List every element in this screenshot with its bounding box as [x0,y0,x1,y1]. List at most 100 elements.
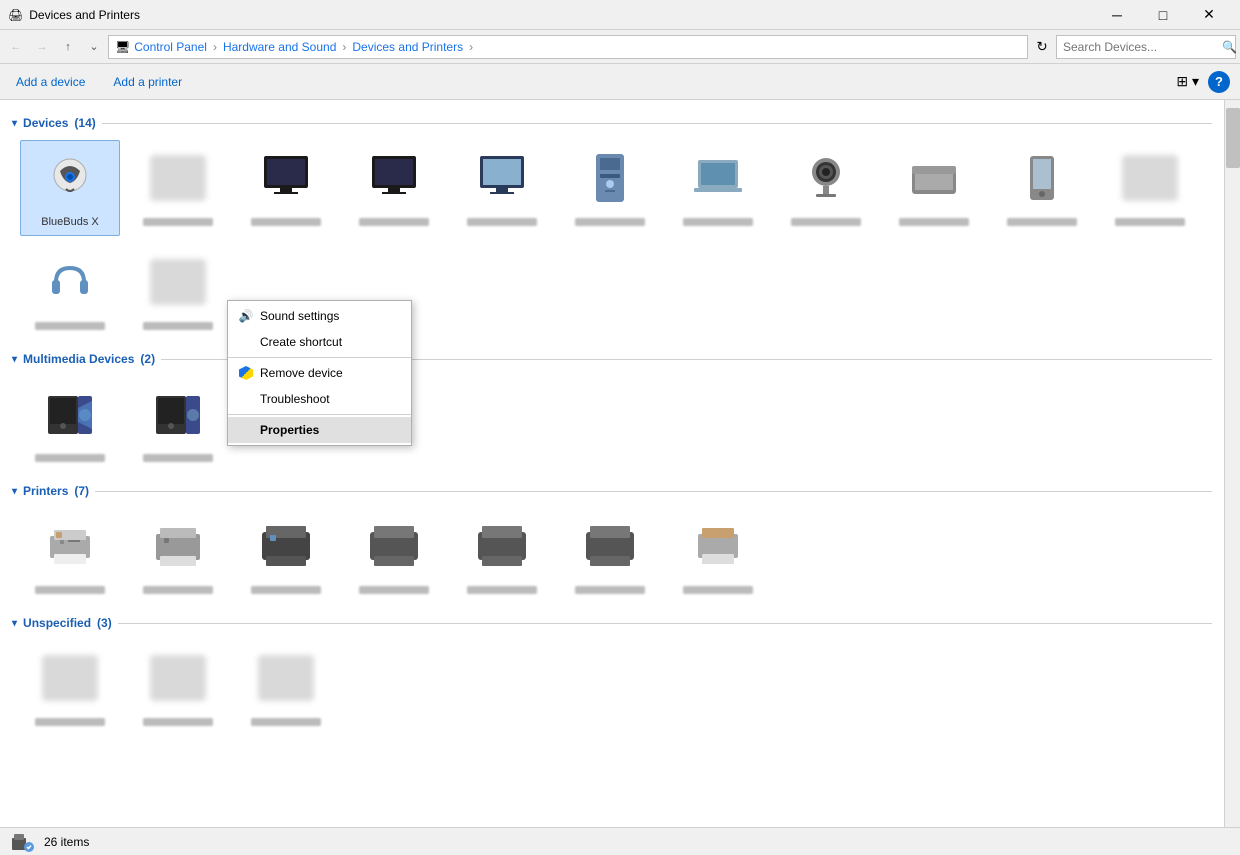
devices-grid: BlueBuds X [12,140,1212,336]
printer1-label [35,586,105,594]
device-tower-1[interactable] [560,140,660,236]
context-sound-settings[interactable]: 🔊 Sound settings [228,303,411,329]
help-button[interactable]: ? [1208,71,1230,93]
unspecified-device-3[interactable] [236,640,336,732]
view-options-button[interactable]: ⊞ ▾ [1171,70,1204,93]
forward-button[interactable]: → [30,35,54,59]
unspecified-section-header: ▾ Unspecified (3) [12,616,1212,630]
window-controls: ─ □ ✕ [1094,0,1232,30]
device-laptop-1[interactable] [668,140,768,236]
multimedia-grid [12,376,1212,468]
unspecified-device-1[interactable] [20,640,120,732]
printer-6[interactable] [560,508,660,600]
status-item-count: 26 items [44,835,89,849]
device-blur-3[interactable] [128,244,228,336]
device-headset-2[interactable] [20,244,120,336]
printer7-icon [686,514,750,578]
device-monitor-1[interactable] [236,140,336,236]
headset2-icon [38,250,102,314]
context-menu: 🔊 Sound settings Create shortcut Remove … [227,300,412,446]
devices-section-count: (14) [74,116,95,130]
device-blur-2[interactable] [1100,140,1200,236]
breadcrumb-sep-3: › [469,40,473,54]
close-button[interactable]: ✕ [1186,0,1232,30]
printers-section-count: (7) [74,484,89,498]
webcam1-icon [794,146,858,210]
refresh-button[interactable]: ↻ [1030,35,1054,59]
troubleshoot-icon [238,391,254,407]
sound-settings-label: Sound settings [260,309,339,323]
context-properties[interactable]: Properties [228,417,411,443]
unspecified1-label [35,718,105,726]
status-icon [10,830,34,854]
back-button[interactable]: ← [4,35,28,59]
multimedia1-icon [38,382,102,446]
printer-1[interactable] [20,508,120,600]
title-bar: 🖨 Devices and Printers ─ □ ✕ [0,0,1240,30]
shield-remove-icon [238,365,254,381]
shortcut-icon [238,334,254,350]
devices-collapse-arrow[interactable]: ▾ [12,118,17,129]
printer-3[interactable] [236,508,336,600]
printer-5[interactable] [452,508,552,600]
printer-7[interactable] [668,508,768,600]
monitor1-icon [254,146,318,210]
webcam1-label [791,218,861,226]
devices-section-label: Devices [23,116,68,130]
device-blur-1[interactable] [128,140,228,236]
context-troubleshoot[interactable]: Troubleshoot [228,386,411,412]
printer-2[interactable] [128,508,228,600]
printer2-label [143,586,213,594]
printers-section-label: Printers [23,484,68,498]
context-create-shortcut[interactable]: Create shortcut [228,329,411,355]
unspecified-device-2[interactable] [128,640,228,732]
printer4-label [359,586,429,594]
up-button[interactable]: ↑ [56,35,80,59]
device-bluebuds-x[interactable]: BlueBuds X [20,140,120,236]
multimedia-device-2[interactable] [128,376,228,468]
device-monitor-3[interactable] [452,140,552,236]
speaker-icon: 🔊 [238,308,254,324]
unspecified2-icon [146,646,210,710]
printer-4[interactable] [344,508,444,600]
multimedia-collapse-arrow[interactable]: ▾ [12,354,17,365]
unspecified-collapse-arrow[interactable]: ▾ [12,618,17,629]
printers-collapse-arrow[interactable]: ▾ [12,486,17,497]
scrollbar-thumb[interactable] [1226,108,1240,168]
dropdown-button[interactable]: ⌄ [82,35,106,59]
properties-icon [238,422,254,438]
maximize-button[interactable]: □ [1140,0,1186,30]
add-device-button[interactable]: Add a device [10,71,91,93]
printers-grid [12,508,1212,600]
multimedia-device-1[interactable] [20,376,120,468]
device-handheld-1[interactable] [992,140,1092,236]
printer6-label [575,586,645,594]
multimedia-section-header: ▾ Multimedia Devices (2) [12,352,1212,366]
breadcrumb-control-panel[interactable]: Control Panel [134,40,207,54]
printers-section-header: ▾ Printers (7) [12,484,1212,498]
breadcrumb-hardware-sound[interactable]: Hardware and Sound [223,40,336,54]
printer6-icon [578,514,642,578]
status-bar: 26 items [0,827,1240,855]
laptop1-label [683,218,753,226]
context-remove-device[interactable]: Remove device [228,360,411,386]
context-divider-1 [228,357,411,358]
toolbar: Add a device Add a printer ⊞ ▾ ? [0,64,1240,100]
remove-device-label: Remove device [260,366,343,380]
unspecified-section-label: Unspecified [23,616,91,630]
add-printer-button[interactable]: Add a printer [107,71,188,93]
breadcrumb-sep-2: › [342,40,346,54]
device-scanner-1[interactable] [884,140,984,236]
printer3-icon [254,514,318,578]
properties-label: Properties [260,423,319,437]
multimedia1-label [35,454,105,462]
breadcrumb-devices-printers[interactable]: Devices and Printers [352,40,463,54]
search-input[interactable] [1063,40,1218,54]
minimize-button[interactable]: ─ [1094,0,1140,30]
bluebuds-label: BlueBuds X [41,215,98,229]
address-bar: ← → ↑ ⌄ 🖥 Control Panel › Hardware and S… [0,30,1240,64]
monitor3-icon [470,146,534,210]
device-monitor-2[interactable] [344,140,444,236]
device-webcam-1[interactable] [776,140,876,236]
devices-section-header: ▾ Devices (14) [12,116,1212,130]
